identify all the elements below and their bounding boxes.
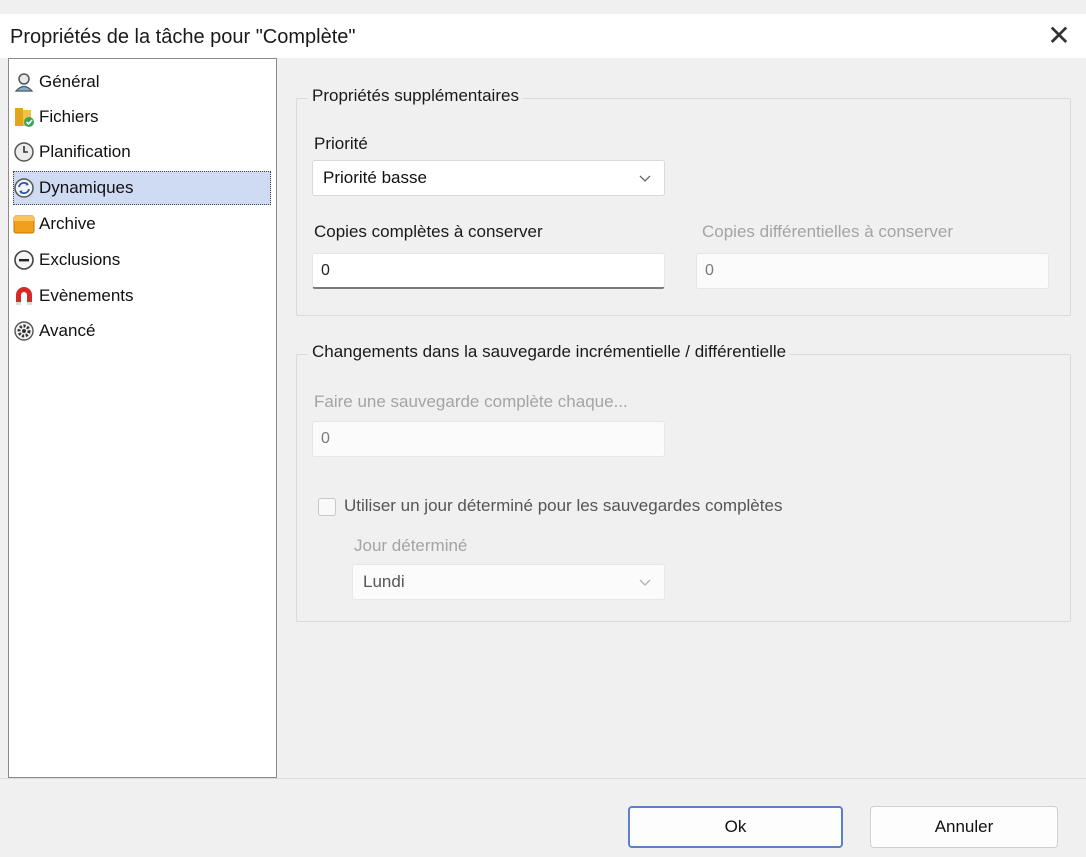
priority-value: Priorité basse	[323, 168, 427, 187]
nav-item-label: Général	[39, 72, 100, 91]
nav-item-label: Avancé	[39, 321, 96, 340]
use-day-checkbox[interactable]	[318, 498, 336, 516]
full-copies-label: Copies complètes à conserver	[314, 222, 543, 241]
category-list: Général Fichiers Planification Dynamique…	[8, 58, 277, 778]
dialog-window: Propriétés de la tâche pour "Complète" ✕…	[0, 0, 1086, 857]
clock-icon	[13, 141, 35, 163]
close-icon[interactable]: ✕	[1042, 20, 1076, 52]
top-strip	[0, 0, 1086, 14]
diff-copies-label: Copies différentielles à conserver	[702, 222, 954, 241]
nav-item-label: Fichiers	[39, 107, 99, 126]
chevron-down-icon	[638, 161, 652, 207]
nav-item-planification[interactable]: Planification	[13, 135, 271, 169]
nav-item-label: Planification	[39, 142, 131, 161]
nav-item-label: Exclusions	[39, 250, 121, 269]
full-every-input[interactable]: 0	[312, 421, 665, 457]
group-title-changes: Changements dans la sauvegarde incrément…	[308, 342, 791, 362]
cancel-button[interactable]: Annuler	[870, 806, 1058, 848]
priority-label: Priorité	[314, 134, 368, 153]
day-value: Lundi	[363, 572, 405, 591]
full-copies-input[interactable]: 0	[312, 253, 665, 289]
chevron-down-icon	[638, 565, 652, 611]
nav-item-label: Archive	[39, 214, 96, 233]
priority-select[interactable]: Priorité basse	[312, 160, 665, 196]
nav-item-label: Evènements	[39, 286, 134, 305]
title-bar: Propriétés de la tâche pour "Complète" ✕	[0, 14, 1086, 58]
nav-item-general[interactable]: Général	[13, 65, 271, 99]
user-icon	[13, 71, 35, 93]
refresh-icon	[13, 177, 35, 199]
minus-circle-icon	[13, 249, 35, 271]
nav-item-evenements[interactable]: Evènements	[13, 279, 271, 313]
folder-icon	[13, 213, 35, 235]
full-every-label: Faire une sauvegarde complète chaque...	[314, 392, 628, 411]
nav-item-files[interactable]: Fichiers	[13, 100, 271, 134]
dialog-title: Propriétés de la tâche pour "Complète"	[10, 26, 356, 48]
files-icon	[13, 106, 35, 128]
nav-item-label: Dynamiques	[39, 178, 134, 197]
diff-copies-input[interactable]: 0	[696, 253, 1049, 289]
day-select[interactable]: Lundi	[352, 564, 665, 600]
gear-icon	[13, 320, 35, 342]
group-title-additional: Propriétés supplémentaires	[308, 86, 523, 106]
nav-item-dynamiques[interactable]: Dynamiques	[13, 171, 271, 205]
dialog-footer: Ok Annuler	[0, 778, 1086, 857]
ok-button[interactable]: Ok	[628, 806, 843, 848]
properties-panel: Propriétés supplémentaires Priorité Prio…	[278, 58, 1086, 778]
magnet-icon	[13, 285, 35, 307]
day-label: Jour déterminé	[354, 536, 468, 555]
use-day-label: Utiliser un jour déterminé pour les sauv…	[344, 496, 783, 515]
nav-item-exclusions[interactable]: Exclusions	[13, 243, 271, 277]
nav-item-archive[interactable]: Archive	[13, 207, 271, 241]
nav-item-avance[interactable]: Avancé	[13, 314, 271, 348]
